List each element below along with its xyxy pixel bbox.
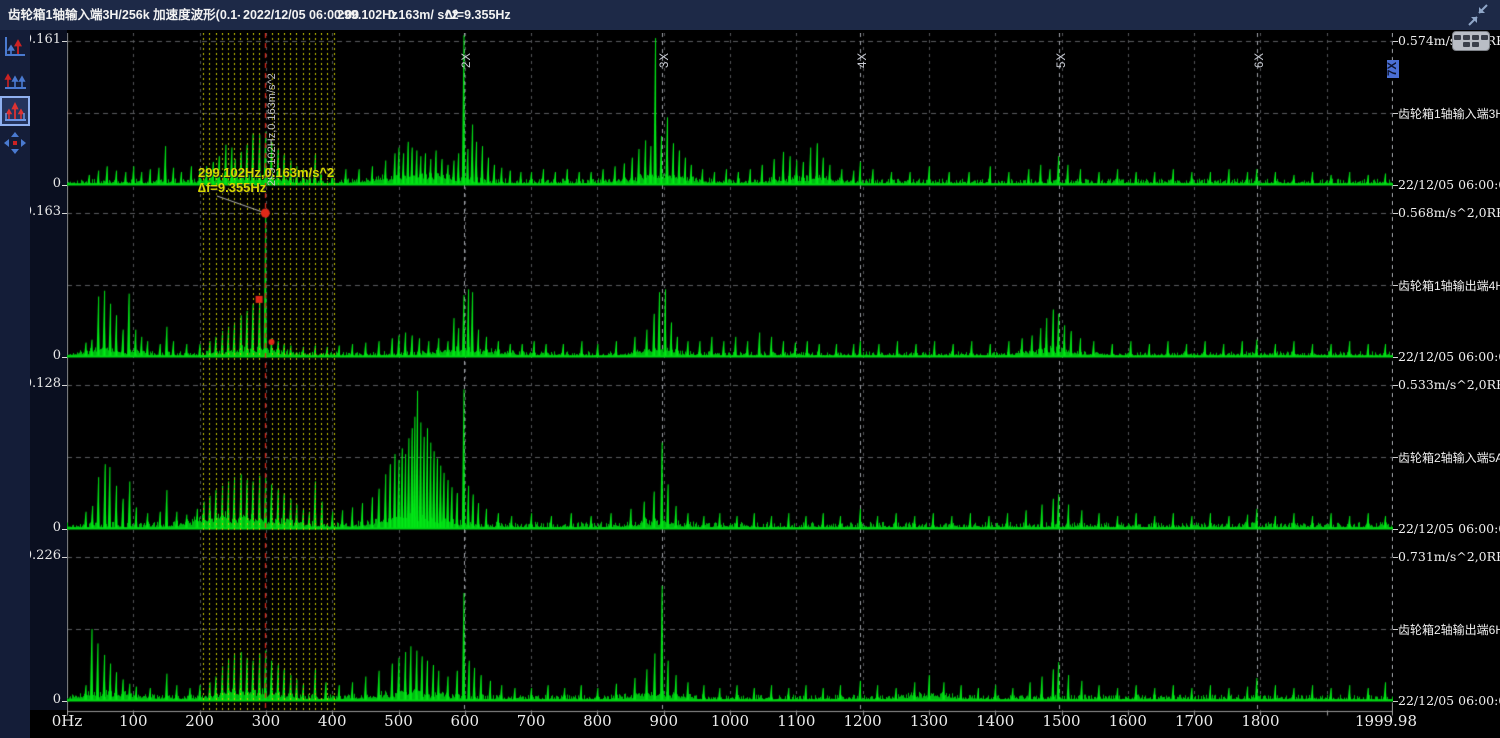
y-axis-gutter: 0.16100.16300.12800.2260 bbox=[30, 30, 67, 710]
channel-title: 齿轮箱1轴输入端3H/256k 加速度波形(0.1-2000)/总值 0RPM bbox=[8, 0, 240, 30]
collapse-icon[interactable] bbox=[1466, 4, 1490, 26]
y-axis-tick bbox=[62, 701, 67, 702]
annotation-line2: ∆f=9.355Hz bbox=[198, 180, 334, 195]
channel-time-label: 22/12/05 06:00:00 bbox=[1398, 349, 1500, 364]
pan-icon[interactable] bbox=[2, 130, 28, 156]
header-bar: 齿轮箱1轴输入端3H/256k 加速度波形(0.1-2000)/总值 0RPM … bbox=[0, 0, 1500, 30]
y-axis-tick bbox=[62, 213, 67, 214]
right-tick bbox=[1393, 457, 1398, 458]
right-tick bbox=[1393, 41, 1398, 42]
y-axis-tick bbox=[62, 529, 67, 530]
right-tick bbox=[1393, 629, 1398, 630]
right-tick bbox=[1393, 213, 1398, 214]
sideband-cursor-icon[interactable] bbox=[2, 98, 28, 124]
harmonic-cursor-label: 5X bbox=[1056, 52, 1068, 68]
harmonic-edge-label: 7X bbox=[1387, 60, 1399, 78]
right-tick bbox=[1393, 701, 1398, 702]
cursor-annotation: 299.102Hz,0.163m/s^2 ∆f=9.355Hz bbox=[198, 165, 334, 195]
right-tick bbox=[1393, 113, 1398, 114]
app-window: 齿轮箱1轴输入端3H/256k 加速度波形(0.1-2000)/总值 0RPM … bbox=[0, 0, 1500, 738]
right-tick bbox=[1393, 185, 1398, 186]
harmonic-cursor-label: 6X bbox=[1254, 52, 1266, 68]
harmonic-cursor-label: 2X bbox=[461, 52, 473, 68]
channel-name-label: 齿轮箱2轴输入端5A bbox=[1398, 449, 1500, 466]
right-tick bbox=[1393, 285, 1398, 286]
channel-name-label: 齿轮箱2轴输出端6H bbox=[1398, 621, 1500, 638]
x-axis-tick-label: 1999.98 bbox=[1346, 712, 1426, 730]
single-cursor-icon[interactable] bbox=[2, 34, 28, 60]
table-icon[interactable] bbox=[1452, 31, 1490, 51]
right-tick bbox=[1393, 529, 1398, 530]
y-axis-tick bbox=[62, 385, 67, 386]
y-axis-tick bbox=[62, 357, 67, 358]
channel-time-label: 22/12/05 06:00:00 bbox=[1398, 693, 1500, 708]
annotation-line1: 299.102Hz,0.163m/s^2 bbox=[198, 165, 334, 180]
y-axis-tick bbox=[62, 557, 67, 558]
y-axis-tick bbox=[62, 41, 67, 42]
harmonic-cursor-label: 4X bbox=[857, 52, 869, 68]
channel-name-label: 齿轮箱1轴输入端3H bbox=[1398, 105, 1500, 122]
channel-fullscale-label: 0.568m/s^2,0RPM bbox=[1398, 205, 1500, 220]
right-tick bbox=[1393, 385, 1398, 386]
harmonic-cursor-icon[interactable] bbox=[2, 66, 28, 92]
x-axis-tick-label: 1800 bbox=[1220, 712, 1300, 730]
channel-fullscale-label: 0.731m/s^2,0RPM bbox=[1398, 549, 1500, 564]
harmonic-cursor-label: 3X bbox=[659, 52, 671, 68]
right-tick bbox=[1393, 357, 1398, 358]
left-toolbar bbox=[0, 30, 30, 738]
right-tick bbox=[1393, 557, 1398, 558]
channel-time-label: 22/12/05 06:00:00 bbox=[1398, 521, 1500, 536]
channel-fullscale-label: 0.533m/s^2,0RPM bbox=[1398, 377, 1500, 392]
channel-name-label: 齿轮箱1轴输出端4H bbox=[1398, 277, 1500, 294]
channel-time-label: 22/12/05 06:00:00 bbox=[1398, 177, 1500, 192]
delta-f-readout: ∆f=9.355Hz bbox=[445, 0, 511, 30]
y-axis-tick bbox=[62, 185, 67, 186]
